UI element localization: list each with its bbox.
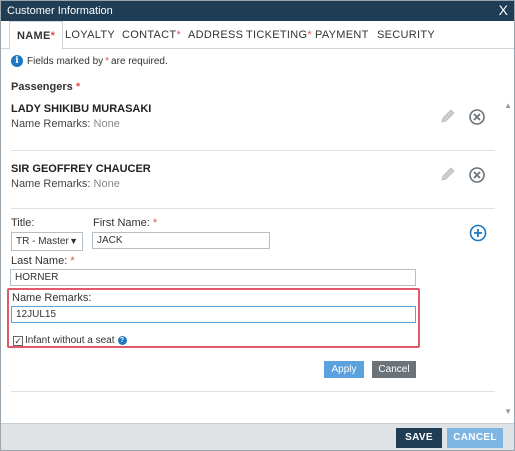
tab-security[interactable]: SECURITY (377, 21, 435, 49)
required-marker: * (307, 29, 312, 41)
title-label: Title: (11, 217, 35, 229)
title-select[interactable]: TR - Master ▼ (11, 232, 83, 251)
tab-label: ADDRESS (188, 29, 244, 41)
remarks-label: Name Remarks: (11, 118, 91, 130)
tab-label: CONTACT (122, 29, 177, 41)
info-text: Fields marked by (27, 55, 104, 67)
add-passenger-icon[interactable] (469, 224, 487, 242)
chevron-down-icon: ▼ (69, 236, 78, 246)
remarks-value: None (93, 178, 120, 190)
passenger-name: LADY SHIKIBU MURASAKI (11, 103, 152, 115)
scroll-down-icon[interactable]: ▼ (504, 407, 512, 416)
divider (11, 150, 495, 151)
name-remarks-input[interactable]: 12JUL15 (11, 306, 416, 323)
dialog-content: i Fields marked by * are required. Passe… (1, 49, 514, 423)
remarks-value: None (93, 118, 120, 130)
passenger-item: SIR GEOFFREY CHAUCER Name Remarks: None (11, 163, 496, 190)
passenger-name: SIR GEOFFREY CHAUCER (11, 163, 151, 175)
divider (11, 391, 495, 392)
passengers-heading: Passengers * (11, 81, 80, 93)
tab-label: LOYALTY (65, 29, 115, 41)
title-select-value: TR - Master (16, 236, 69, 247)
last-name-label: Last Name: * (11, 255, 75, 267)
info-icon: i (11, 55, 23, 67)
remove-circle-icon[interactable] (468, 166, 486, 184)
scroll-up-icon[interactable]: ▲ (504, 101, 512, 110)
required-marker: * (105, 55, 110, 67)
tab-payment[interactable]: PAYMENT (315, 21, 369, 49)
edit-pencil-icon[interactable] (439, 107, 457, 125)
remarks-label: Name Remarks: (11, 178, 91, 190)
divider (11, 208, 495, 209)
required-marker: * (152, 217, 158, 229)
customer-information-dialog: Customer Information X NAME* LOYALTY CON… (0, 0, 515, 451)
required-fields-note: i Fields marked by * are required. (11, 55, 168, 67)
tab-ticketing[interactable]: TICKETING* (246, 21, 312, 49)
passenger-remarks: Name Remarks: None (11, 118, 496, 130)
infant-label: Infant without a seat? (25, 335, 127, 346)
tab-bar: NAME* LOYALTY CONTACT* ADDRESS TICKETING… (1, 21, 514, 50)
last-name-label-text: Last Name: (11, 255, 68, 267)
info-text: are required. (111, 55, 168, 67)
infant-checkbox[interactable]: ✓ (13, 336, 23, 346)
name-remarks-label: Name Remarks: (12, 292, 92, 304)
passengers-label: Passengers (11, 81, 73, 93)
passenger-remarks: Name Remarks: None (11, 178, 496, 190)
infant-label-text: Infant without a seat (25, 335, 115, 346)
dialog-title: Customer Information (7, 5, 113, 17)
tab-contact[interactable]: CONTACT* (122, 21, 181, 49)
close-icon[interactable]: X (499, 1, 508, 20)
dialog-footer: SAVE CANCEL (1, 423, 514, 450)
save-button[interactable]: SAVE (396, 428, 442, 448)
footer-cancel-button[interactable]: CANCEL (447, 428, 503, 448)
first-name-label-text: First Name: (93, 217, 150, 229)
cancel-button[interactable]: Cancel (372, 361, 416, 378)
tab-loyalty[interactable]: LOYALTY (65, 21, 115, 49)
required-marker: * (75, 81, 81, 93)
help-icon[interactable]: ? (117, 336, 127, 345)
tab-label: NAME (17, 30, 51, 42)
required-marker: * (50, 30, 56, 42)
tab-label: SECURITY (377, 29, 436, 41)
remove-circle-icon[interactable] (468, 108, 486, 126)
dialog-titlebar: Customer Information X (1, 1, 514, 21)
first-name-label: First Name: * (93, 217, 157, 229)
last-name-input[interactable]: HORNER (10, 269, 416, 286)
tab-address[interactable]: ADDRESS (188, 21, 243, 49)
required-marker: * (176, 29, 182, 41)
tab-name[interactable]: NAME* (9, 21, 64, 50)
tab-label: PAYMENT (315, 29, 369, 41)
first-name-input[interactable]: JACK (92, 232, 270, 249)
required-marker: * (70, 255, 75, 267)
passenger-item: LADY SHIKIBU MURASAKI Name Remarks: None (11, 103, 496, 130)
apply-button[interactable]: Apply (324, 361, 364, 378)
edit-pencil-icon[interactable] (439, 165, 457, 183)
tab-label: TICKETING (246, 29, 308, 41)
